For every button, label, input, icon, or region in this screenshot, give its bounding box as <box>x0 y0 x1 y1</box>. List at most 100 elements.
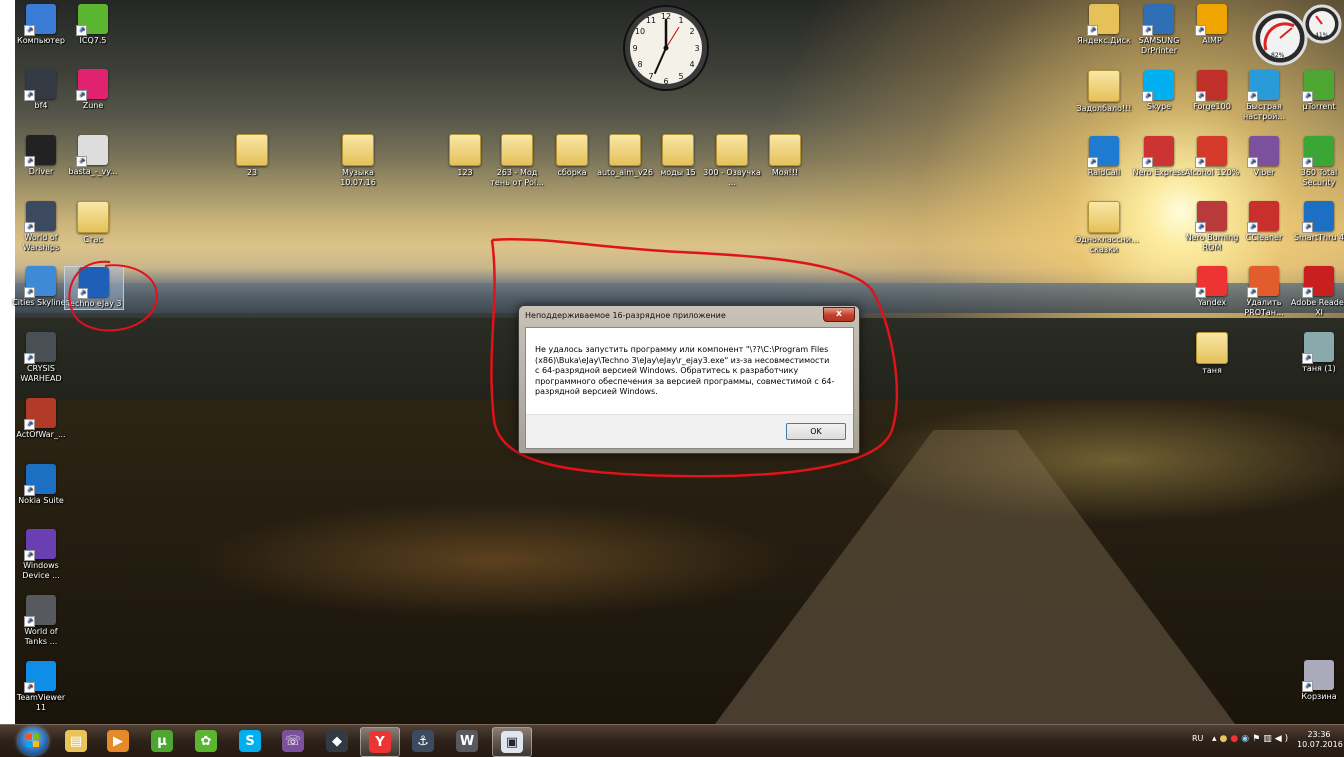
desktop-icon-label: Компьютер <box>17 36 65 45</box>
desktop-icon-bf4[interactable]: bf4 <box>12 69 70 111</box>
taskbar-button-media-player[interactable]: ▶ <box>99 727 137 755</box>
desktop-icon-computer[interactable]: Компьютер <box>12 4 70 46</box>
skype-icon <box>1142 70 1174 102</box>
desktop-icon-alcohol[interactable]: Alcohol 120% <box>1183 136 1241 178</box>
desktop-icon-world-of-tanks[interactable]: World of Tanks ... <box>12 595 70 647</box>
desktop-icon-yandex-disk[interactable]: Яндекс.Диск <box>1075 4 1133 46</box>
nokia-suite-icon <box>24 464 56 496</box>
aimp-icon <box>1195 4 1227 36</box>
desktop-icon-windows-device[interactable]: Windows Device ... <box>12 529 70 581</box>
ejay-window-icon: ▣ <box>501 731 523 753</box>
desktop-icon-label: CCleaner <box>1245 233 1283 242</box>
error-dialog: Неподдерживаемое 16-разрядное приложение… <box>518 305 860 454</box>
desktop-icon-uninstall[interactable]: Удалить PROТан... <box>1235 266 1293 318</box>
tray-icons[interactable]: ▴●●◉⚑▥◀) <box>1212 734 1291 744</box>
desktop-icon-folder-3[interactable]: 263 - Мод тень от Pol... <box>488 134 546 188</box>
dialog-body: Не удалось запустить программу или компо… <box>525 327 854 449</box>
chevron-up-icon[interactable]: ▴ <box>1212 734 1220 744</box>
desktop-icon-mp3-file[interactable]: basta_-_vy... <box>64 135 122 177</box>
svg-text:1: 1 <box>678 16 683 25</box>
ok-button[interactable]: OK <box>786 423 846 440</box>
desktop-icon-forge[interactable]: Forge100 <box>1183 70 1241 112</box>
desktop-icon-folder-1[interactable]: Музыка 10.07.16 <box>329 134 387 188</box>
desktop-icon-skype[interactable]: Skype <box>1130 70 1188 112</box>
desktop-icon-folder-2[interactable]: 123 <box>436 134 494 178</box>
desktop-icon-nero-burning[interactable]: Nero Burning ROM <box>1183 201 1241 253</box>
desktop-icon-label: таня (1) <box>1302 364 1336 373</box>
volume-icon[interactable]: ◀) <box>1275 734 1291 744</box>
folder-icon <box>342 134 374 166</box>
flag-icon[interactable]: ⚑ <box>1252 734 1263 744</box>
desktop-icon-label: Windows Device ... <box>22 561 60 580</box>
desktop-icon-ccleaner[interactable]: CCleaner <box>1235 201 1293 243</box>
desktop-icon-utorrent[interactable]: µTorrent <box>1290 70 1344 112</box>
desktop-icon-folder[interactable]: Задолбало!!! <box>1075 70 1133 114</box>
dialog-close-button[interactable]: x <box>823 307 855 322</box>
svg-text:2: 2 <box>689 27 694 36</box>
folder-icon <box>556 134 588 166</box>
desktop-icon-adobe-reader[interactable]: Adobe Reader XI <box>1290 266 1344 318</box>
taskbar-button-world-of-tanks[interactable]: W <box>448 727 486 755</box>
desktop-icon-act-of-war[interactable]: ActOfWar_... <box>12 398 70 440</box>
desktop-icon-nokia-suite[interactable]: Nokia Suite <box>12 464 70 506</box>
language-indicator[interactable]: RU <box>1192 734 1203 743</box>
desktop-icon-label: auto_aim_v26 <box>597 168 653 177</box>
desktop-icon-folder-4[interactable]: сборка <box>543 134 601 178</box>
taskbar-button-viber[interactable]: ☏ <box>274 727 312 755</box>
tray-app-icon[interactable]: ◉ <box>1241 734 1252 744</box>
clock-gadget[interactable]: 12 12 345 678 91011 <box>621 3 711 93</box>
nero-express-icon <box>1142 136 1174 168</box>
desktop-icon-folder[interactable]: Стас <box>64 201 122 245</box>
cpu-meter-gadget[interactable]: 82% 41% <box>1250 2 1342 66</box>
taskbar-button-world-of-warships[interactable]: ⚓ <box>404 727 442 755</box>
raidcall-icon <box>1087 136 1119 168</box>
dvd-icon <box>1302 332 1334 364</box>
desktop-icon-aimp[interactable]: AIMP <box>1183 4 1241 46</box>
desktop-icon-techno-ejay[interactable]: Techno eJay 3 <box>64 266 124 310</box>
desktop-icon-world-of-warships[interactable]: World of Warships <box>12 201 70 253</box>
desktop-icon-quick-setup[interactable]: Быстрая настрой... <box>1235 70 1293 122</box>
taskbar-button-yandex[interactable]: Y <box>360 727 400 757</box>
desktop-icon-dvd[interactable]: таня (1) <box>1290 332 1344 374</box>
taskbar-button-bf4[interactable]: ◆ <box>318 727 356 755</box>
tray-clock[interactable]: 23:36 10.07.2016 <box>1297 730 1343 750</box>
desktop-icon-zune[interactable]: Zune <box>64 69 122 111</box>
svg-text:10: 10 <box>635 27 645 36</box>
desktop-icon-driver[interactable]: Driver <box>12 135 70 177</box>
desktop-icon-icq-flower[interactable]: ICQ7.5 <box>64 4 122 46</box>
explorer-icon: ▤ <box>65 730 87 752</box>
desktop-icon-crysis[interactable]: CRYSIS WARHEAD <box>12 332 70 384</box>
desktop-icon-360-security[interactable]: 360 Total Security <box>1290 136 1344 188</box>
folder-icon <box>1088 201 1120 233</box>
tray-app-icon[interactable]: ● <box>1230 734 1241 744</box>
taskbar-button-skype[interactable]: S <box>231 727 269 755</box>
desktop-icon-teamviewer[interactable]: TeamViewer 11 <box>12 661 70 713</box>
desktop-icon-yandex[interactable]: Yandex <box>1183 266 1241 308</box>
network-icon[interactable]: ▥ <box>1263 734 1275 744</box>
taskbar-button-utorrent[interactable]: µ <box>143 727 181 755</box>
desktop-icon-nero-express[interactable]: Nero Express <box>1130 136 1188 178</box>
desktop-icon-viber[interactable]: Viber <box>1235 136 1293 178</box>
folder-icon <box>236 134 268 166</box>
desktop-icon-recycle-bin[interactable]: Корзина <box>1290 660 1344 702</box>
windows-logo-icon <box>26 734 40 748</box>
desktop-icon-folder-6[interactable]: моды 15 <box>649 134 707 178</box>
desktop-icon-smartthru[interactable]: SmartThru 4 <box>1290 201 1344 243</box>
desktop-icon-folder-5[interactable]: auto_aim_v26 <box>596 134 654 178</box>
desktop-icon-folder-8[interactable]: Моя!!! <box>756 134 814 178</box>
desktop-icon-folder-7[interactable]: 300 - Озвучка ... <box>703 134 761 188</box>
desktop-icon-folder[interactable]: Одноклассни... сказки <box>1075 201 1139 255</box>
desktop-icon-raidcall[interactable]: RaidCall <box>1075 136 1133 178</box>
desktop-icon-label: 360 Total Security <box>1300 168 1338 187</box>
desktop-icon-label: Forge100 <box>1193 102 1231 111</box>
tray-app-icon[interactable]: ● <box>1220 734 1231 744</box>
desktop-icon-folder[interactable]: таня <box>1183 332 1241 376</box>
desktop-icon-cities-skylines[interactable]: Cities Skylines <box>12 266 70 308</box>
folder-icon <box>609 134 641 166</box>
taskbar-button-ejay-window[interactable]: ▣ <box>492 727 532 757</box>
taskbar-button-icq-flower[interactable]: ✿ <box>187 727 225 755</box>
desktop-icon-samsung-drprinter[interactable]: SAMSUNG DrPrinter <box>1130 4 1188 56</box>
desktop-icon-folder-0[interactable]: 23 <box>223 134 281 178</box>
taskbar-button-explorer[interactable]: ▤ <box>57 727 95 755</box>
start-button[interactable] <box>18 727 48 755</box>
